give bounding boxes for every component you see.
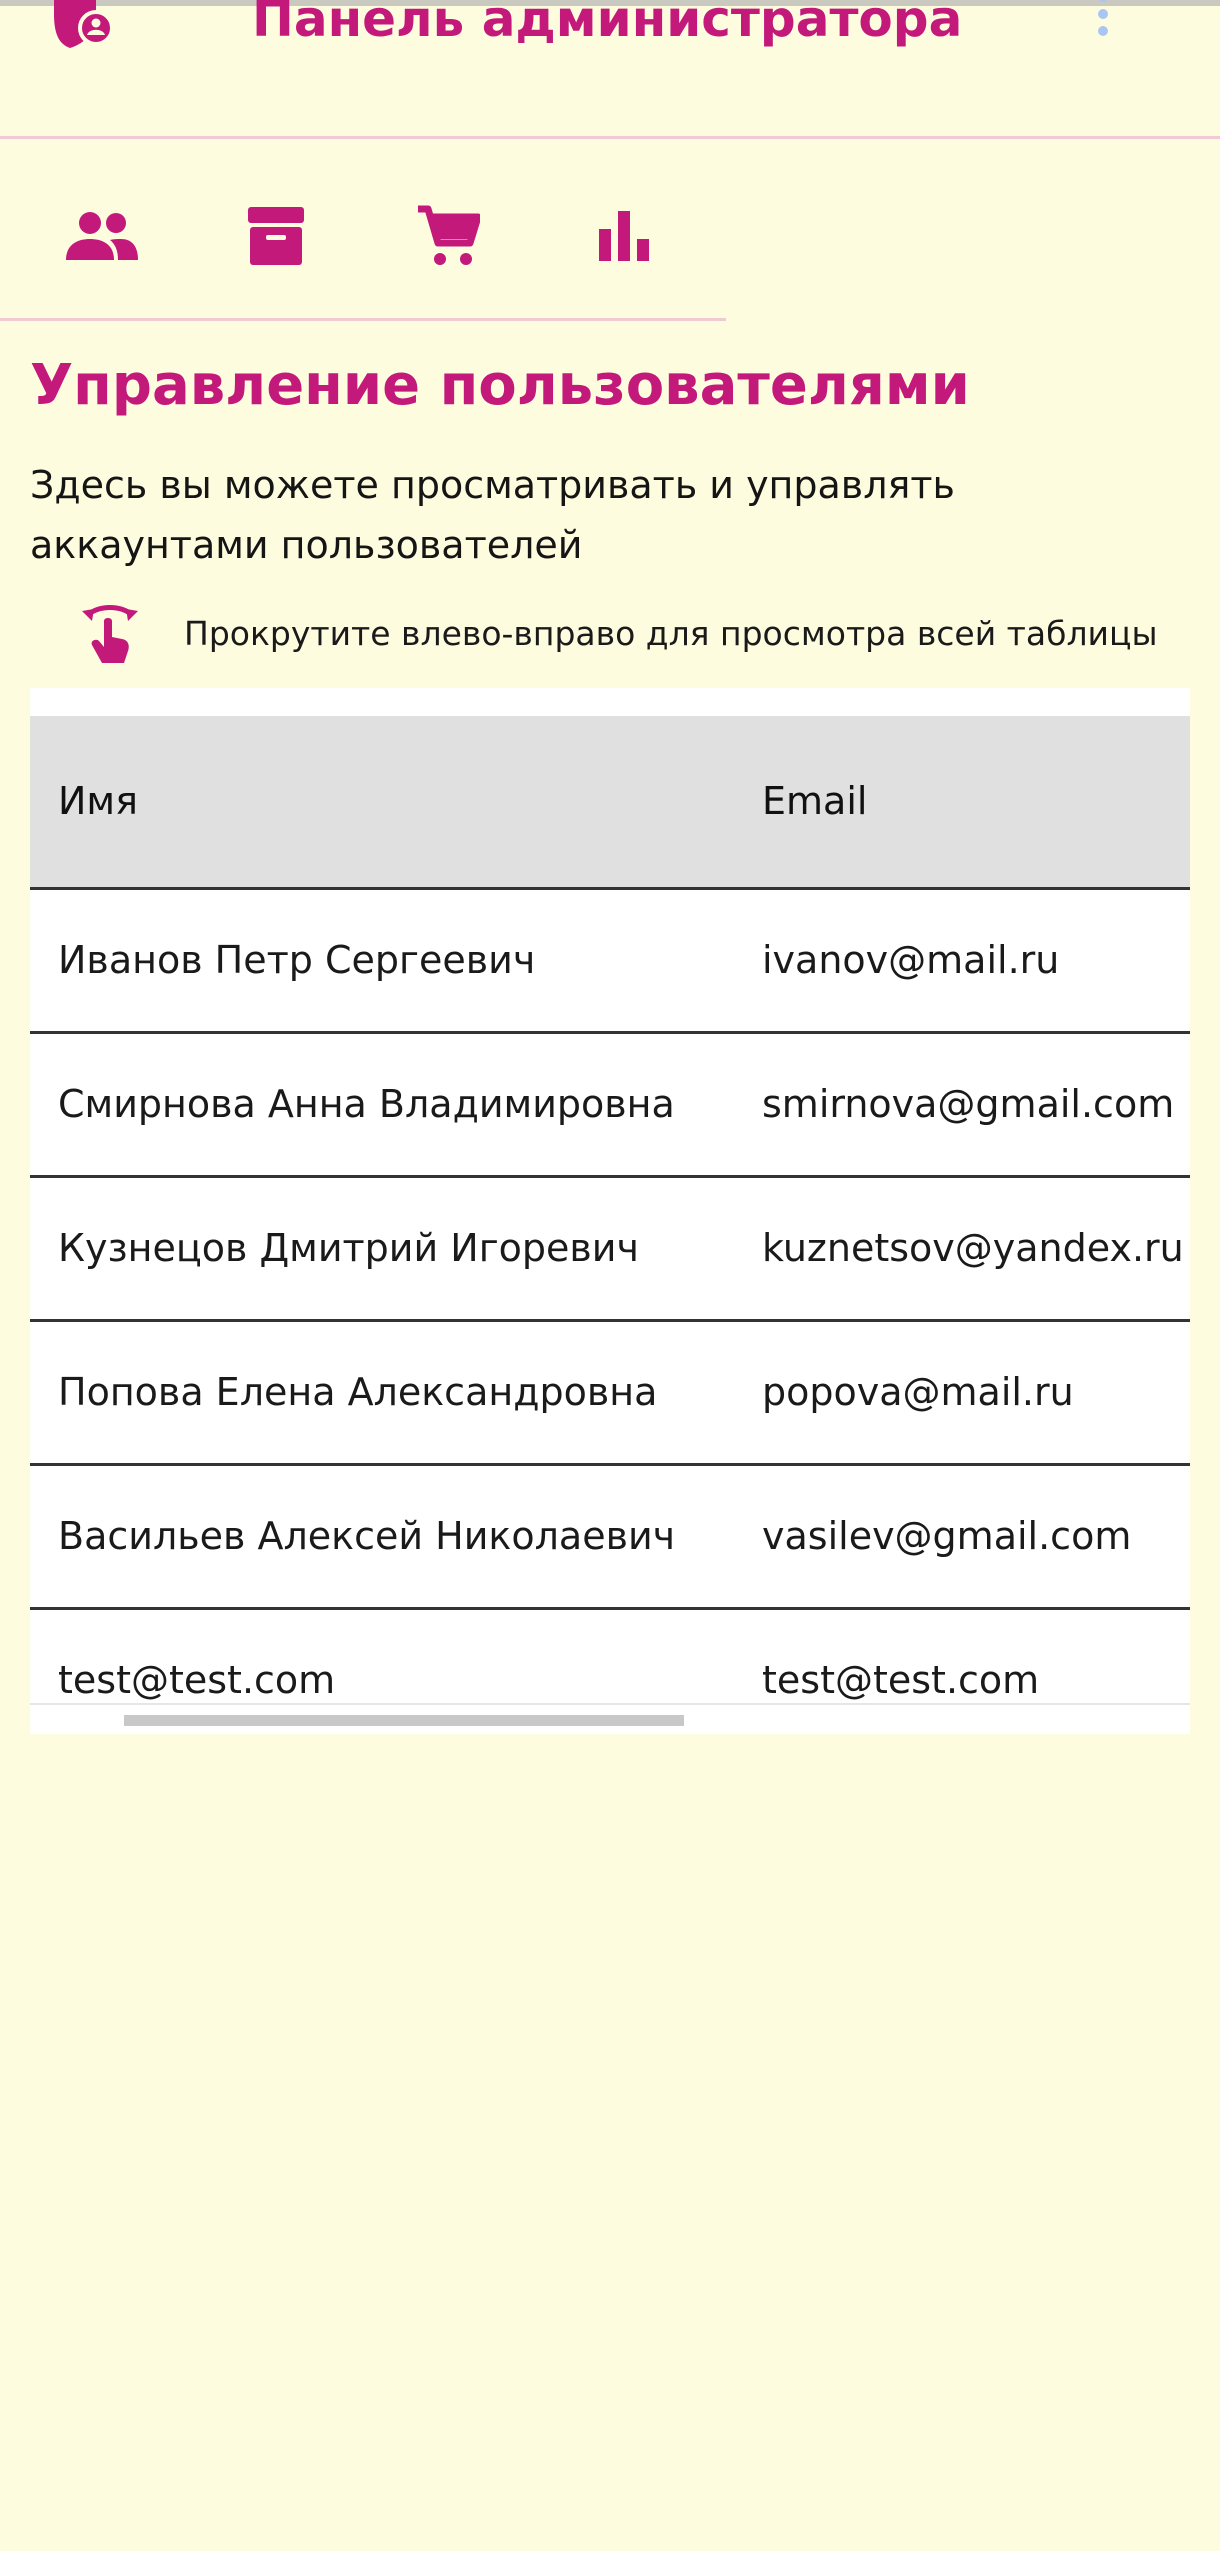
more-vert-icon[interactable]	[1090, 0, 1116, 50]
cell-email: kuznetsov@yandex.ru	[762, 1226, 1184, 1270]
scroll-hint-text: Прокрутите влево-вправо для просмотра вс…	[184, 613, 1158, 653]
cell-name: Иванов Петр Сергеевич	[58, 938, 536, 982]
table-row[interactable]: Кузнецов Дмитрий Игоревич kuznetsov@yand…	[30, 1178, 1190, 1322]
tab-users[interactable]	[62, 201, 142, 271]
app-title: Панель администратора	[252, 0, 963, 48]
shopping-cart-icon	[418, 205, 480, 265]
tab-orders[interactable]	[408, 201, 488, 271]
people-icon	[66, 212, 138, 260]
table-row[interactable]: Попова Елена Александровна popova@mail.r…	[30, 1322, 1190, 1466]
app-bar: Панель администратора	[0, 0, 1220, 139]
cell-name: Смирнова Анна Владимировна	[58, 1082, 675, 1126]
scrollbar-thumb[interactable]	[124, 1715, 684, 1726]
bar-chart-icon	[599, 211, 649, 261]
cell-name: Васильев Алексей Николаевич	[58, 1514, 676, 1558]
archive-icon	[248, 207, 304, 265]
tab-bar	[0, 139, 726, 321]
column-header-email[interactable]: Email	[762, 716, 867, 887]
cell-email: popova@mail.ru	[762, 1370, 1074, 1414]
table-header: Имя Email	[30, 716, 1190, 890]
table-row[interactable]: Смирнова Анна Владимировна smirnova@gmai…	[30, 1034, 1190, 1178]
horizontal-scrollbar[interactable]	[30, 1703, 1190, 1734]
tab-stats[interactable]	[584, 201, 664, 271]
users-table[interactable]: Имя Email Иванов Петр Сергеевич ivanov@m…	[30, 688, 1190, 1734]
column-header-name[interactable]: Имя	[58, 716, 138, 887]
cell-email: ivanov@mail.ru	[762, 938, 1060, 982]
cell-email: vasilev@gmail.com	[762, 1514, 1132, 1558]
page-title: Управление пользователями	[30, 353, 970, 418]
scroll-hint: Прокрутите влево-вправо для просмотра вс…	[80, 598, 1158, 668]
table-row[interactable]: Иванов Петр Сергеевич ivanov@mail.ru	[30, 890, 1190, 1034]
tab-archive[interactable]	[236, 201, 316, 271]
cell-name: Попова Елена Александровна	[58, 1370, 658, 1414]
admin-shield-icon	[54, 0, 114, 48]
cell-email: smirnova@gmail.com	[762, 1082, 1175, 1126]
cell-name: Кузнецов Дмитрий Игоревич	[58, 1226, 639, 1270]
page-description: Здесь вы можете просматривать и управлят…	[30, 463, 955, 567]
table-row[interactable]: Васильев Алексей Николаевич vasilev@gmai…	[30, 1466, 1190, 1610]
swipe-horizontal-icon	[82, 605, 138, 663]
